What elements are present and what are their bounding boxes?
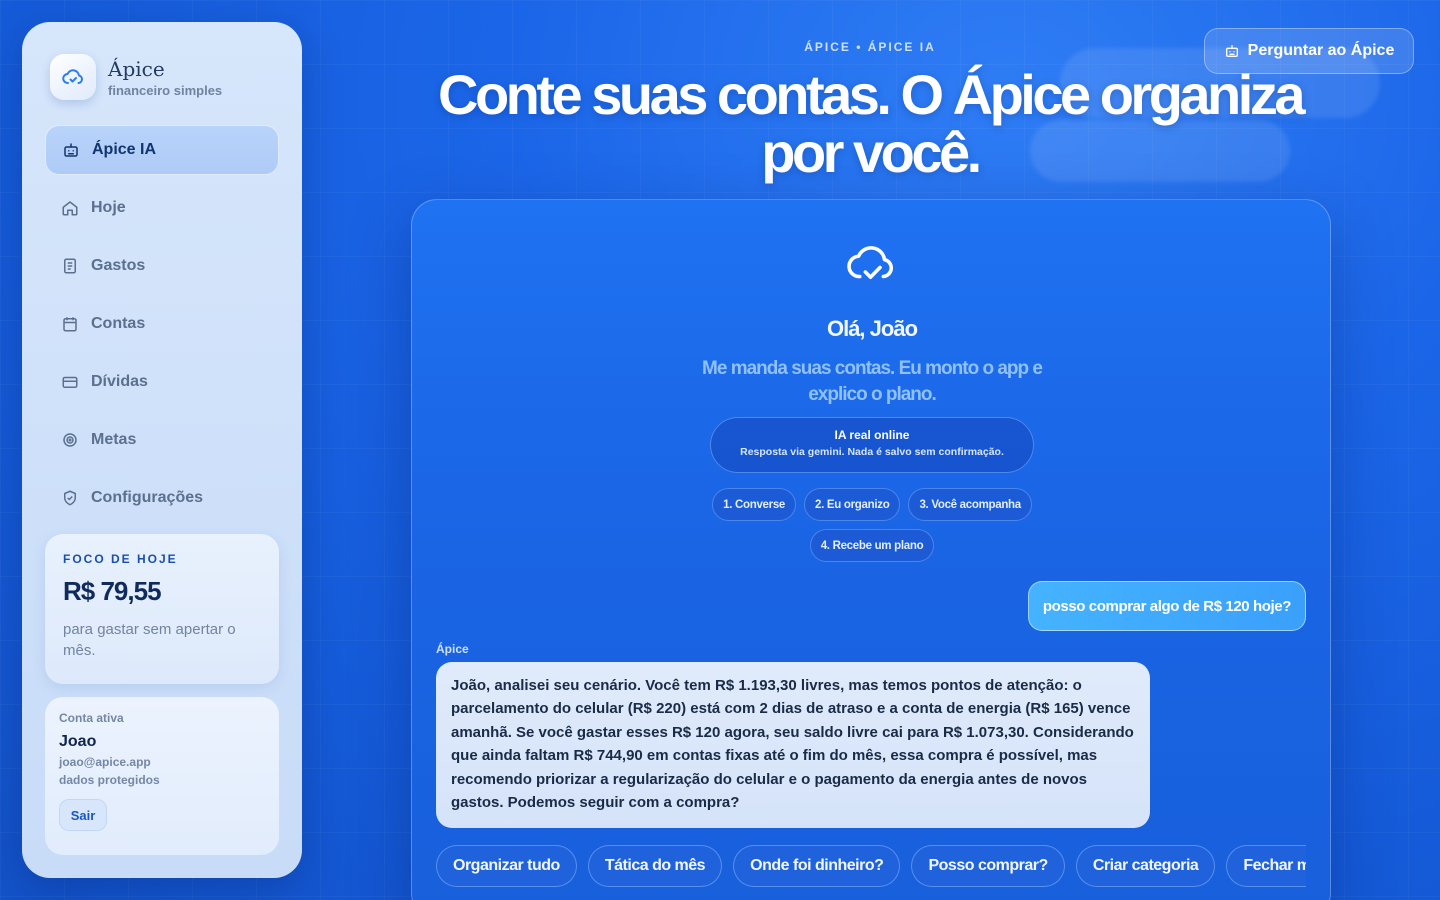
user-message: posso comprar algo de R$ 120 hoje? (1027, 581, 1306, 631)
quick-action-onde-foi-dinheiro[interactable]: Onde foi dinheiro? (733, 845, 901, 887)
step-chip: 1. Converse (712, 488, 797, 521)
focus-description: para gastar sem apertar o mês. (63, 621, 236, 659)
sidebar-item-configuracoes[interactable]: Configurações (45, 473, 279, 523)
bot-sender-label: Ápice (436, 642, 469, 656)
sidebar-item-label: Gastos (91, 257, 146, 274)
ai-status-subtitle: Resposta via gemini. Nada é salvo sem co… (740, 446, 1004, 458)
brand[interactable]: Ápice financeiro simples (50, 54, 222, 100)
sidebar-item-label: Hoje (91, 199, 126, 216)
logout-button[interactable]: Sair (59, 799, 107, 831)
quick-action-criar-categoria[interactable]: Criar categoria (1075, 845, 1216, 887)
sidebar: Ápice financeiro simples Ápice IA Hoje G… (22, 22, 302, 878)
steps-list: 1. Converse 2. Eu organizo 3. Você acomp… (412, 488, 1330, 562)
greeting: Olá, João (826, 316, 918, 341)
quick-actions: Organizar tudo Tática do mês Onde foi di… (436, 845, 1306, 889)
page-title: Conte suas contas. O Ápice organiza por … (438, 63, 1305, 184)
sidebar-item-metas[interactable]: Metas (45, 415, 279, 465)
ai-status-badge: IA real online Resposta via gemini. Nada… (710, 417, 1034, 473)
brand-logo (50, 54, 96, 100)
ai-status-title: IA real online (834, 428, 910, 442)
step-chip: 4. Recebe um plano (809, 529, 935, 562)
account-card: Conta ativa Joao joao@apice.app dados pr… (45, 697, 279, 855)
account-name: Joao (59, 733, 97, 750)
brand-name: Ápice (108, 56, 165, 81)
step-chip: 2. Eu organizo (804, 488, 901, 521)
focus-value: R$ 79,55 (63, 576, 162, 606)
bot-icon (1224, 43, 1240, 59)
quick-action-fechar-mes[interactable]: Fechar mês (1226, 845, 1306, 887)
chat-panel: Olá, João Me manda suas contas. Eu monto… (411, 199, 1331, 900)
sidebar-item-apice-ia[interactable]: Ápice IA (45, 125, 279, 175)
focus-card: FOCO DE HOJE R$ 79,55 para gastar sem ap… (45, 534, 279, 684)
home-icon (61, 199, 79, 217)
sidebar-item-label: Contas (91, 315, 146, 332)
account-email: joao@apice.app (59, 755, 151, 769)
intro-text: Me manda suas contas. Eu monto o app e e… (702, 358, 1043, 405)
sidebar-item-label: Metas (91, 431, 137, 448)
sidebar-nav: Ápice IA Hoje Gastos Contas Dívidas Meta… (45, 125, 279, 531)
cloud-check-icon (844, 238, 898, 292)
cloud-check-icon (62, 69, 83, 84)
target-icon (61, 431, 79, 449)
sidebar-item-hoje[interactable]: Hoje (45, 183, 279, 233)
sidebar-item-dividas[interactable]: Dívidas (45, 357, 279, 407)
shield-icon (61, 489, 79, 507)
ask-apice-button[interactable]: Perguntar ao Ápice (1204, 28, 1414, 74)
quick-action-organizar-tudo[interactable]: Organizar tudo (436, 845, 577, 887)
account-label: Conta ativa (59, 711, 124, 725)
receipt-icon (61, 257, 79, 275)
sidebar-item-label: Configurações (91, 489, 204, 506)
brand-tagline: financeiro simples (108, 82, 223, 98)
calendar-icon (61, 315, 79, 333)
sidebar-item-contas[interactable]: Contas (45, 299, 279, 349)
card-icon (61, 373, 79, 391)
sidebar-item-label: Dívidas (91, 373, 148, 390)
quick-action-tatica-do-mes[interactable]: Tática do mês (587, 845, 723, 887)
step-chip: 3. Você acompanha (908, 488, 1032, 521)
sidebar-item-label: Ápice IA (92, 141, 157, 158)
account-status: dados protegidos (59, 773, 160, 787)
bot-icon (62, 141, 80, 159)
quick-action-posso-comprar[interactable]: Posso comprar? (911, 845, 1065, 887)
ask-apice-label: Perguntar ao Ápice (1247, 42, 1395, 59)
focus-label: FOCO DE HOJE (63, 552, 178, 566)
bot-message: João, analisei seu cenário. Você tem R$ … (436, 662, 1150, 828)
sidebar-item-gastos[interactable]: Gastos (45, 241, 279, 291)
